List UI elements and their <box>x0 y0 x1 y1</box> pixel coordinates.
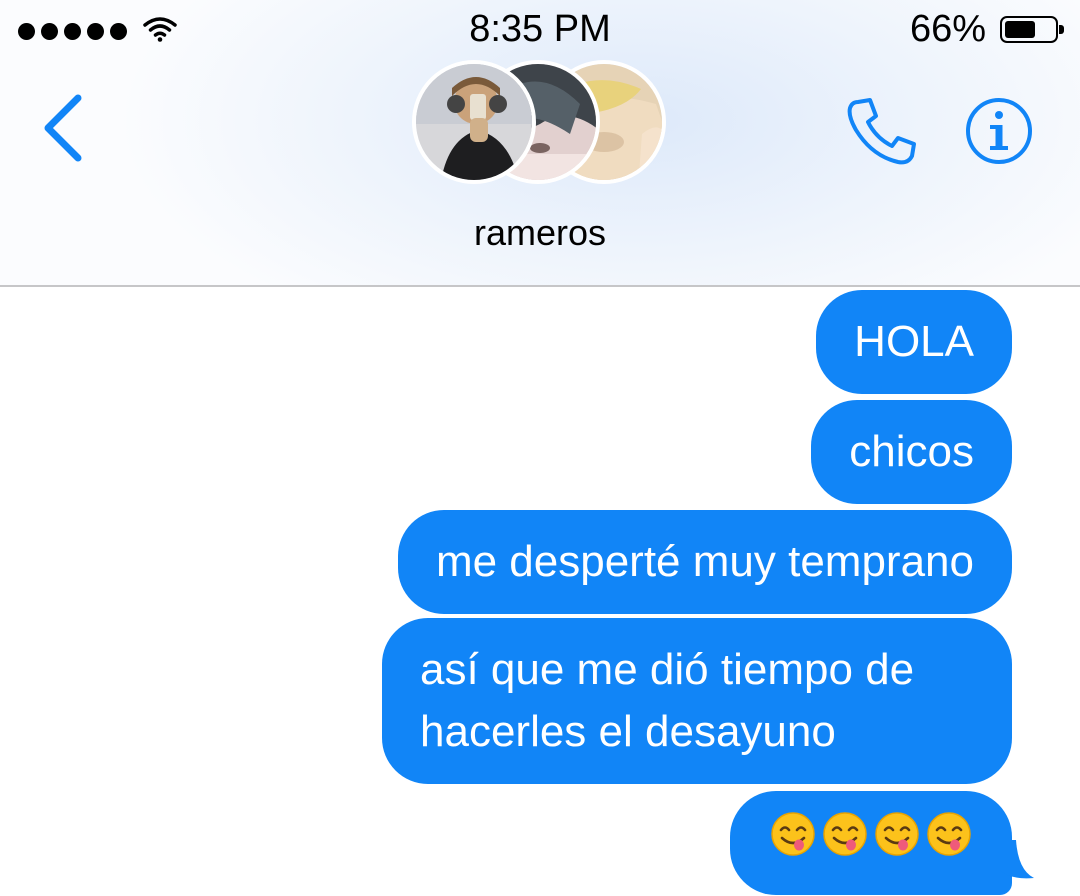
face-savoring-food-icon <box>926 811 972 875</box>
conversation-header: 8:35 PM 66% rameros <box>0 0 1080 287</box>
message-bubble[interactable]: así que me dió tiempo de hacerles el des… <box>382 618 1012 784</box>
message-bubble[interactable]: me desperté muy temprano <box>397 510 1012 614</box>
phone-icon <box>847 98 916 165</box>
battery-cap <box>1059 25 1064 34</box>
avatar <box>412 60 536 184</box>
group-name[interactable]: rameros <box>0 212 1080 254</box>
message-bubble[interactable]: HOLA <box>816 290 1012 394</box>
face-savoring-food-icon <box>770 811 816 875</box>
emoji-row <box>770 811 972 875</box>
battery-icon <box>1000 16 1064 43</box>
call-button[interactable] <box>844 96 918 173</box>
message-bubble[interactable]: chicos <box>811 400 1012 504</box>
info-icon <box>966 98 1032 164</box>
battery-indicator: 66% <box>909 8 1064 51</box>
face-savoring-food-icon <box>874 811 920 875</box>
message-bubble-emoji[interactable] <box>730 791 1012 895</box>
face-savoring-food-icon <box>822 811 868 875</box>
back-button[interactable] <box>38 92 88 169</box>
bubble-tail <box>1000 840 1034 879</box>
chevron-left-icon <box>44 94 82 162</box>
info-button[interactable] <box>964 96 1034 171</box>
battery-fill <box>1005 21 1035 38</box>
group-avatars[interactable] <box>412 60 672 190</box>
battery-percentage: 66% <box>909 8 986 50</box>
